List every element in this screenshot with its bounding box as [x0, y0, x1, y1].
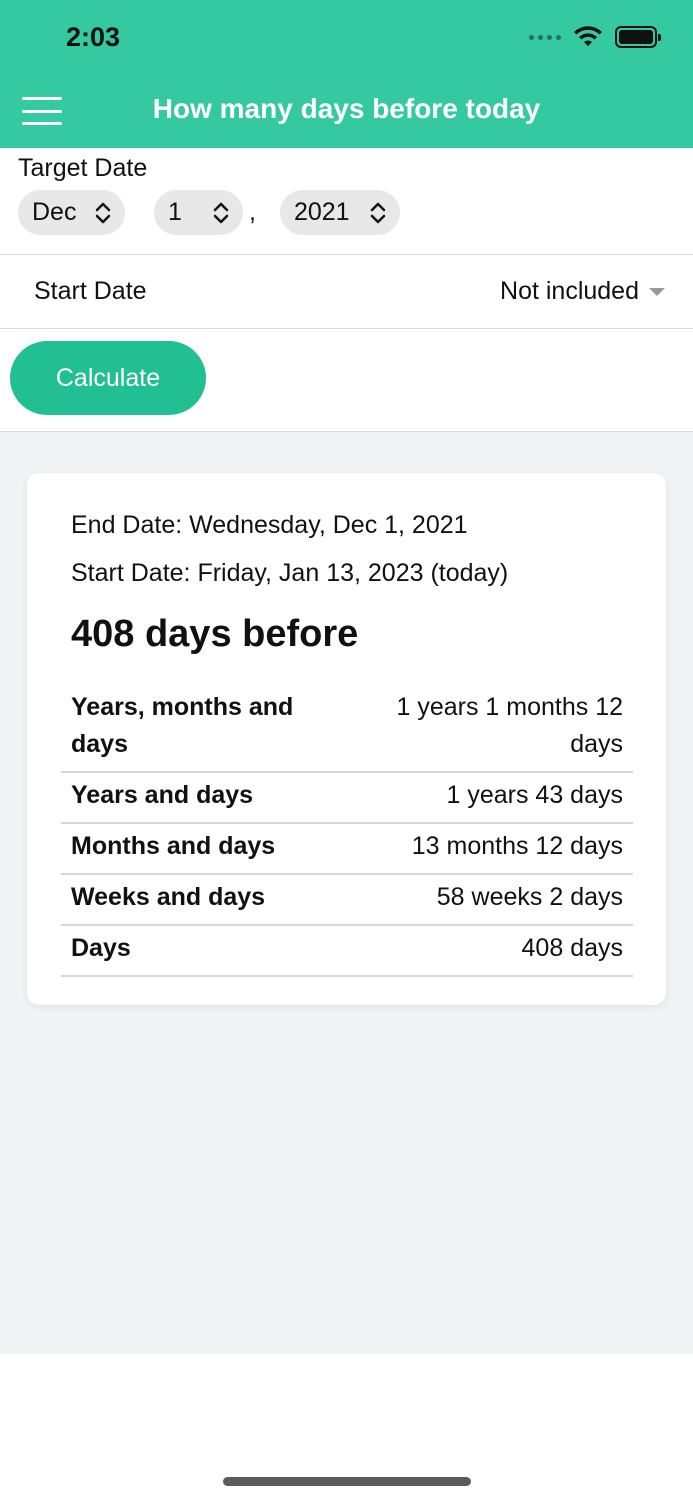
status-icons: [529, 26, 661, 48]
year-picker[interactable]: 2021: [279, 190, 400, 235]
result-card: End Date: Wednesday, Dec 1, 2021 Start D…: [27, 473, 666, 1005]
row-label: Months and days: [71, 832, 276, 860]
start-date-value: Not included: [500, 277, 639, 305]
year-value: 2021: [293, 198, 350, 226]
end-date-text: End Date: Wednesday, Dec 1, 2021: [71, 511, 468, 539]
chevron-updown-icon: [95, 202, 111, 223]
battery-icon: [615, 26, 661, 48]
day-picker[interactable]: 1: [154, 190, 243, 235]
row-value: 58 weeks 2 days: [436, 883, 623, 911]
table-row: Months and days 13 months 12 days: [61, 824, 633, 875]
table-row: Years, months and days 1 years 1 months …: [61, 685, 633, 773]
chevron-updown-icon: [370, 202, 386, 223]
signal-icon: [529, 34, 561, 40]
calculate-button[interactable]: Calculate: [10, 341, 206, 415]
caret-down-icon: [649, 287, 665, 296]
row-value: 1 years 1 months 12 days: [396, 693, 623, 758]
result-headline: 408 days before: [71, 613, 359, 655]
table-row: Days 408 days: [61, 926, 633, 977]
table-row: Weeks and days 58 weeks 2 days: [61, 875, 633, 926]
row-label: Days: [71, 934, 131, 962]
result-table: Years, months and days 1 years 1 months …: [61, 685, 633, 977]
start-date-text: Start Date: Friday, Jan 13, 2023 (today): [71, 559, 509, 587]
row-value: 408 days: [521, 934, 623, 962]
home-indicator[interactable]: [223, 1477, 471, 1486]
date-separator: ,: [249, 198, 256, 226]
target-date-label: Target Date: [18, 154, 148, 182]
row-label: Weeks and days: [71, 883, 266, 911]
start-date-label: Start Date: [34, 277, 147, 305]
table-row: Years and days 1 years 43 days: [61, 773, 633, 824]
wifi-icon: [574, 26, 602, 46]
chevron-updown-icon: [213, 202, 229, 223]
divider: [0, 328, 693, 329]
row-value: 1 years 43 days: [446, 781, 624, 809]
row-label: Years and days: [71, 781, 254, 809]
page-title: How many days before today: [152, 93, 541, 124]
day-value: 1: [168, 198, 182, 226]
app-header: 2:03 How many days before today: [0, 0, 693, 148]
row-label: Years, months and days: [71, 693, 294, 758]
month-value: Dec: [32, 198, 77, 226]
target-date-pickers: Dec 1 , 2021: [18, 190, 400, 235]
start-date-select[interactable]: Not included: [500, 277, 665, 306]
status-time: 2:03: [66, 22, 121, 52]
row-value: 13 months 12 days: [411, 832, 623, 860]
month-picker[interactable]: Dec: [18, 190, 125, 235]
start-date-row[interactable]: Start Date Not included: [0, 255, 693, 328]
